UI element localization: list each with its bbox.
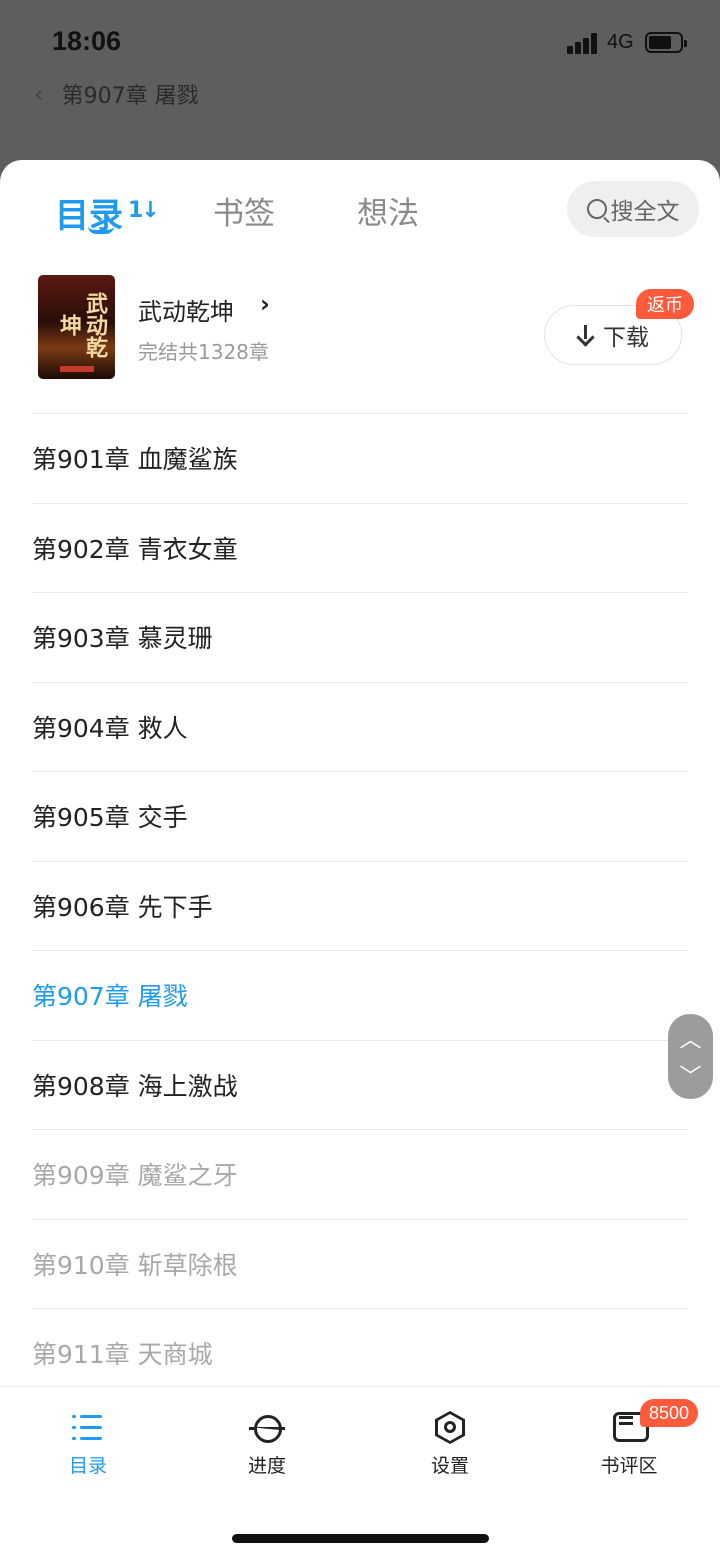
nav-catalog-label: 目录	[68, 1455, 107, 1477]
scroll-up-icon[interactable]: ︿	[679, 1022, 701, 1054]
chapter-title: 第908章 海上激战	[32, 1071, 238, 1101]
review-count-badge: 8500	[640, 1399, 699, 1427]
chapter-title: 第903章 慕灵珊	[32, 624, 213, 654]
chevron-right-icon: ›	[260, 290, 270, 318]
chapter-item[interactable]: 第902章 青衣女童	[32, 502, 688, 593]
chapter-title: 第910章 斩草除根	[32, 1250, 238, 1280]
fast-scroll-handle[interactable]: ︿ ﹀	[668, 1014, 713, 1099]
refund-badge: 返币	[636, 289, 694, 319]
chapter-item-current[interactable]: 第907章 屠戮	[32, 950, 688, 1040]
cover-title: 武动乾坤	[56, 292, 107, 358]
chapter-item[interactable]: 第908章 海上激战	[32, 1039, 688, 1130]
chapter-title: 第902章 青衣女童	[32, 534, 238, 564]
settings-icon	[432, 1411, 468, 1445]
tab-active-indicator	[88, 226, 114, 234]
catalog-tabs: 目录 1↓ 书签 想法 搜全文	[0, 160, 720, 260]
list-icon	[70, 1411, 106, 1445]
chapter-title: 第905章 交手	[32, 803, 188, 833]
book-cover[interactable]: 武动乾坤	[38, 275, 115, 379]
reader-chapter-title: 第907章 屠戮	[61, 84, 199, 109]
catalog-sheet: 目录 1↓ 书签 想法 搜全文 武动乾坤 武动乾坤 › 完结共1328章 下载 …	[0, 160, 720, 1559]
nav-progress[interactable]: 进度	[207, 1411, 327, 1478]
sort-order-icon[interactable]: 1↓	[128, 198, 160, 223]
search-icon	[586, 199, 607, 219]
chapter-item[interactable]: 第911章 天商城	[32, 1308, 688, 1398]
chapter-title: 第901章 血魔鲨族	[32, 445, 238, 475]
search-full-text-button[interactable]: 搜全文	[567, 181, 699, 237]
publisher-stamp	[60, 366, 94, 372]
search-label: 搜全文	[610, 199, 680, 225]
book-info-row[interactable]: 武动乾坤 武动乾坤 › 完结共1328章 下载 返币	[0, 270, 720, 390]
status-time: 18:06	[52, 26, 122, 56]
nav-reviews-label: 书评区	[600, 1455, 658, 1477]
chapter-title: 第906章 先下手	[32, 892, 213, 922]
home-indicator	[232, 1534, 489, 1543]
chapter-item[interactable]: 第903章 慕灵珊	[32, 592, 688, 682]
chapter-item[interactable]: 第906章 先下手	[32, 860, 688, 951]
chapter-item[interactable]: 第909章 魔鲨之牙	[32, 1129, 688, 1219]
chapter-item[interactable]: 第905章 交手	[32, 771, 688, 861]
reader-header: ‹ 第907章 屠戮	[34, 78, 199, 110]
nav-settings-label: 设置	[430, 1455, 469, 1477]
chapter-title: 第911章 天商城	[32, 1340, 213, 1370]
download-label: 下载	[603, 325, 649, 351]
tab-notes[interactable]: 想法	[357, 188, 419, 233]
tab-bookmarks[interactable]: 书签	[213, 188, 275, 233]
book-status: 完结共1328章	[138, 340, 269, 364]
network-type: 4G	[607, 31, 634, 53]
chapter-title: 第904章 救人	[32, 713, 188, 743]
scroll-down-icon[interactable]: ﹀	[679, 1059, 701, 1091]
nav-catalog[interactable]: 目录	[28, 1411, 148, 1478]
status-bar: 18:06 4G	[0, 0, 720, 80]
book-title[interactable]: 武动乾坤	[138, 292, 234, 327]
nav-settings[interactable]: 设置	[390, 1411, 510, 1478]
chapter-item[interactable]: 第901章 血魔鲨族	[32, 413, 688, 503]
chapter-item[interactable]: 第904章 救人	[32, 681, 688, 772]
chapter-item[interactable]: 第910章 斩草除根	[32, 1218, 688, 1309]
nav-progress-label: 进度	[247, 1455, 286, 1477]
back-icon[interactable]: ‹	[34, 80, 44, 108]
chapter-list: 第901章 血魔鲨族 第902章 青衣女童 第903章 慕灵珊 第904章 救人 第90…	[0, 413, 720, 1398]
battery-icon	[645, 32, 687, 53]
download-icon	[577, 325, 595, 345]
progress-icon	[249, 1411, 285, 1445]
chapter-title: 第907章 屠戮	[32, 982, 188, 1012]
signal-icon	[567, 32, 601, 54]
chapter-title: 第909章 魔鲨之牙	[32, 1161, 238, 1191]
